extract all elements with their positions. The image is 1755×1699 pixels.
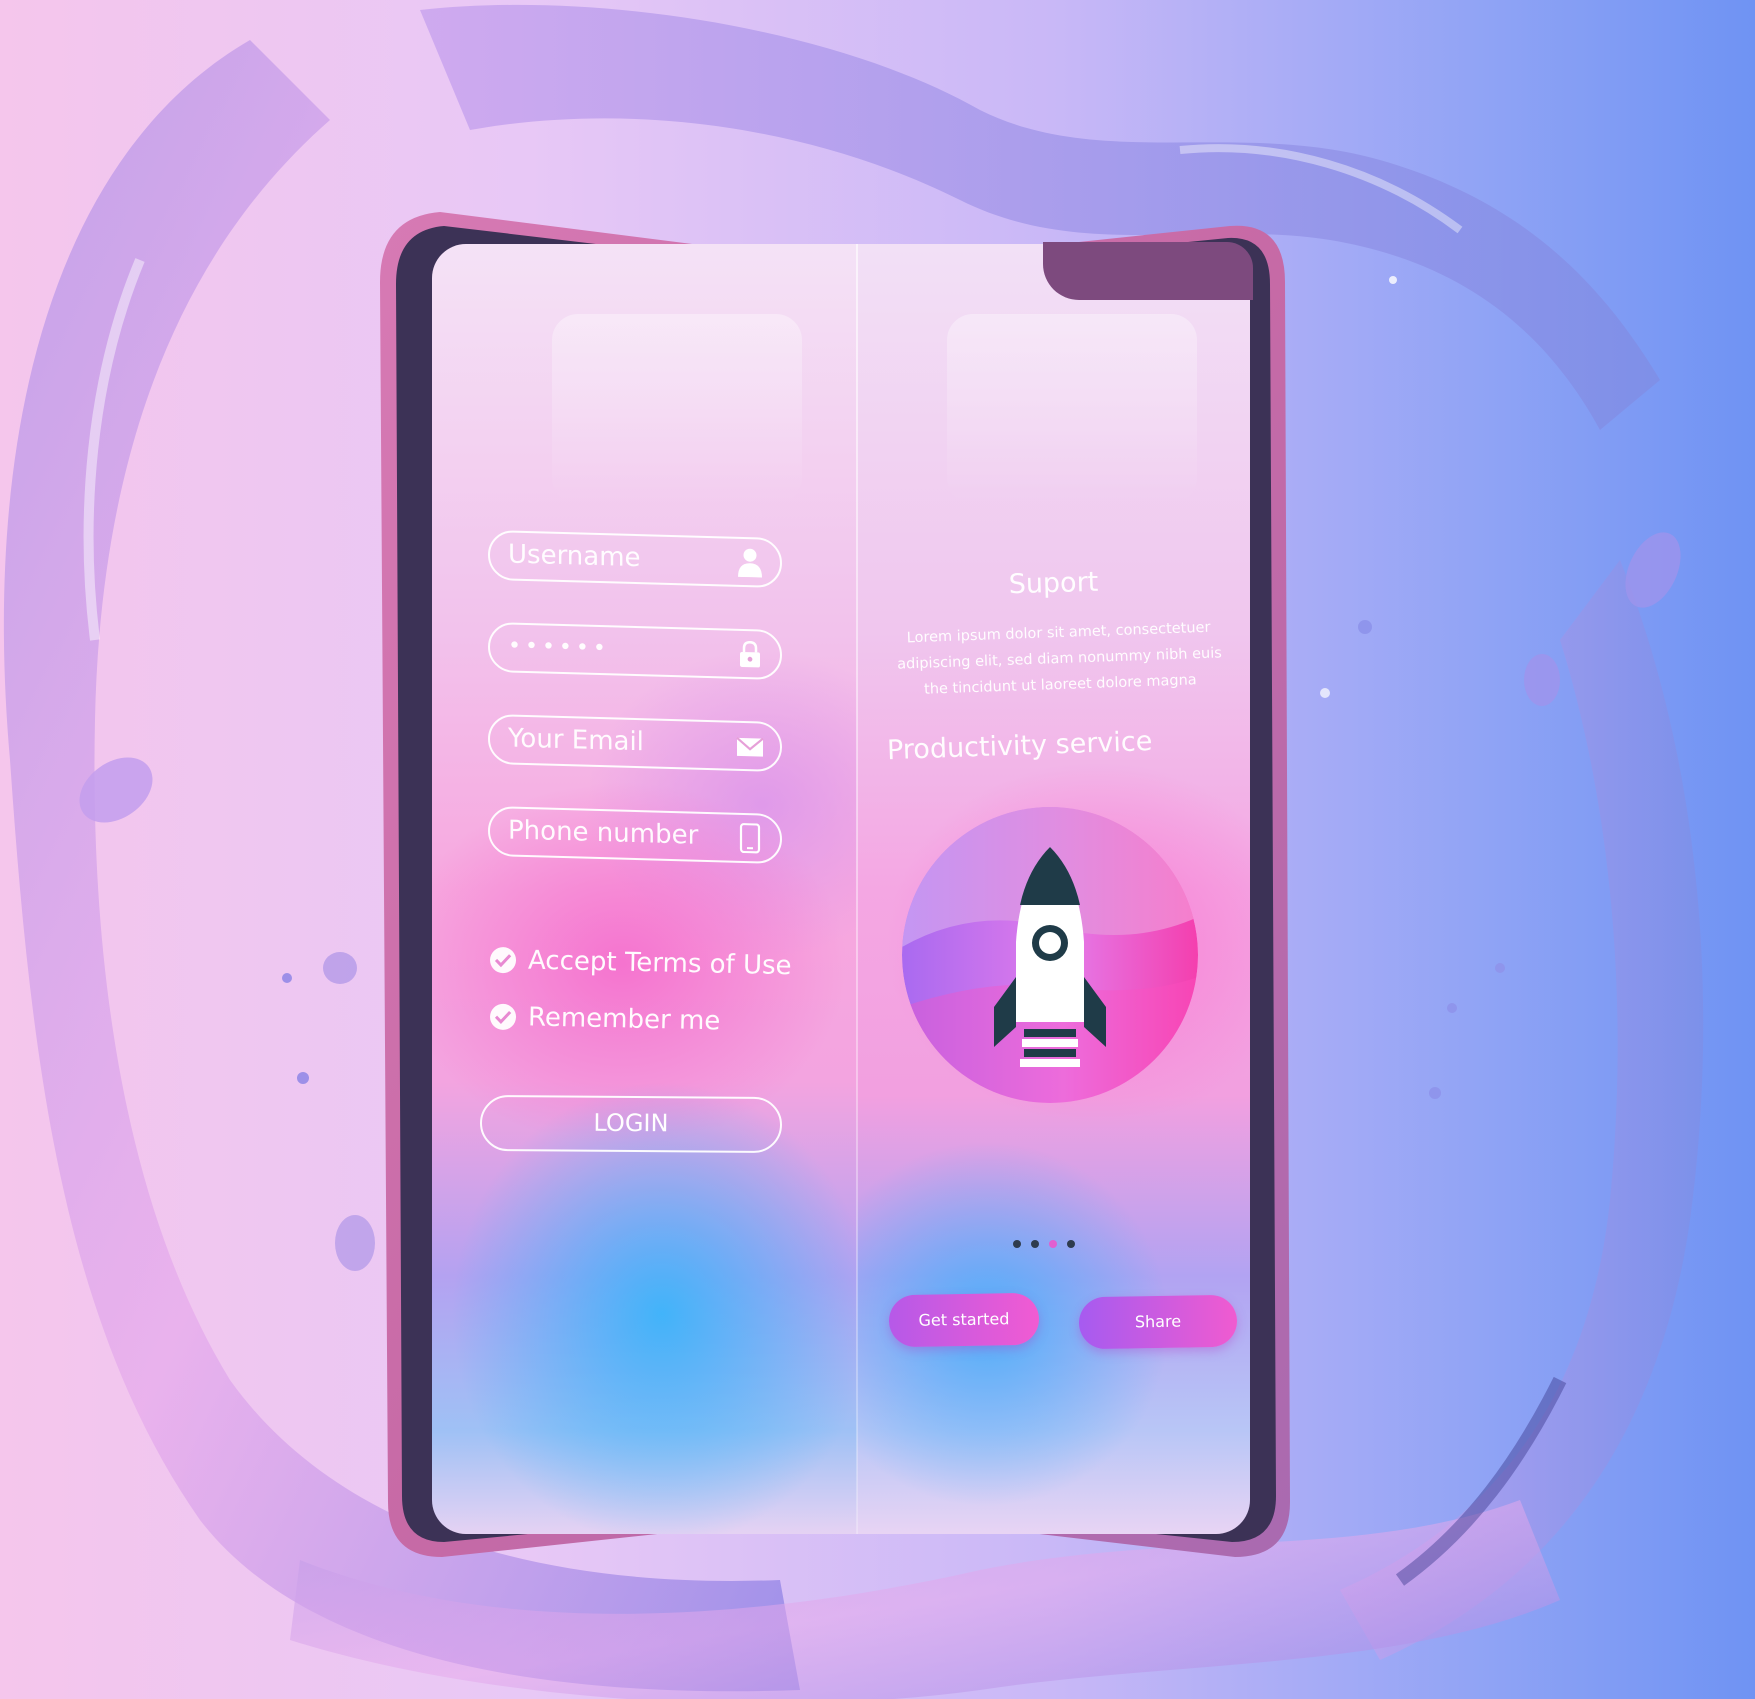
user-icon bbox=[738, 548, 762, 578]
support-title: Suport bbox=[1008, 566, 1099, 601]
login-button[interactable]: LOGIN bbox=[479, 1094, 783, 1154]
lock-icon bbox=[740, 640, 760, 668]
carousel-indicator bbox=[1013, 1240, 1075, 1248]
get-started-button[interactable]: Get started bbox=[888, 1292, 1040, 1348]
username-placeholder: Username bbox=[508, 539, 641, 574]
camera-notch bbox=[1043, 242, 1253, 300]
password-value: •••••• bbox=[508, 633, 610, 662]
phone-field[interactable]: Phone number bbox=[488, 805, 782, 865]
mockup-stage: Username •••••• Your Email Phone number … bbox=[0, 0, 1755, 1699]
remember-me-checkbox[interactable]: Remember me bbox=[489, 1002, 721, 1037]
carousel-dot[interactable] bbox=[1067, 1240, 1075, 1248]
support-description: Lorem ipsum dolor sit amet, consectetuer… bbox=[886, 614, 1234, 704]
foldable-phone: Username •••••• Your Email Phone number … bbox=[380, 212, 1300, 1562]
fold-hinge bbox=[856, 244, 858, 1534]
smartphone-icon bbox=[739, 822, 761, 854]
remember-me-label: Remember me bbox=[527, 1002, 721, 1037]
email-placeholder: Your Email bbox=[508, 723, 644, 758]
username-field[interactable]: Username bbox=[488, 529, 782, 589]
share-button[interactable]: Share bbox=[1078, 1294, 1238, 1350]
rocket-icon bbox=[902, 807, 1198, 1103]
right-screen: Suport Lorem ipsum dolor sit amet, conse… bbox=[857, 244, 1250, 1534]
phone-placeholder: Phone number bbox=[508, 815, 699, 851]
envelope-icon bbox=[736, 737, 764, 757]
password-field[interactable]: •••••• bbox=[488, 621, 782, 681]
check-icon bbox=[489, 1003, 517, 1031]
email-field[interactable]: Your Email bbox=[488, 713, 782, 773]
accept-terms-checkbox[interactable]: Accept Terms of Use bbox=[489, 945, 792, 982]
carousel-dot[interactable] bbox=[1031, 1240, 1039, 1248]
left-screen: Username •••••• Your Email Phone number … bbox=[432, 244, 857, 1534]
service-title: Productivity service bbox=[886, 725, 1153, 767]
check-icon bbox=[489, 946, 517, 974]
carousel-dot-active[interactable] bbox=[1049, 1240, 1057, 1248]
rocket-illustration bbox=[902, 807, 1198, 1103]
accept-terms-label: Accept Terms of Use bbox=[527, 945, 792, 982]
carousel-dot[interactable] bbox=[1013, 1240, 1021, 1248]
